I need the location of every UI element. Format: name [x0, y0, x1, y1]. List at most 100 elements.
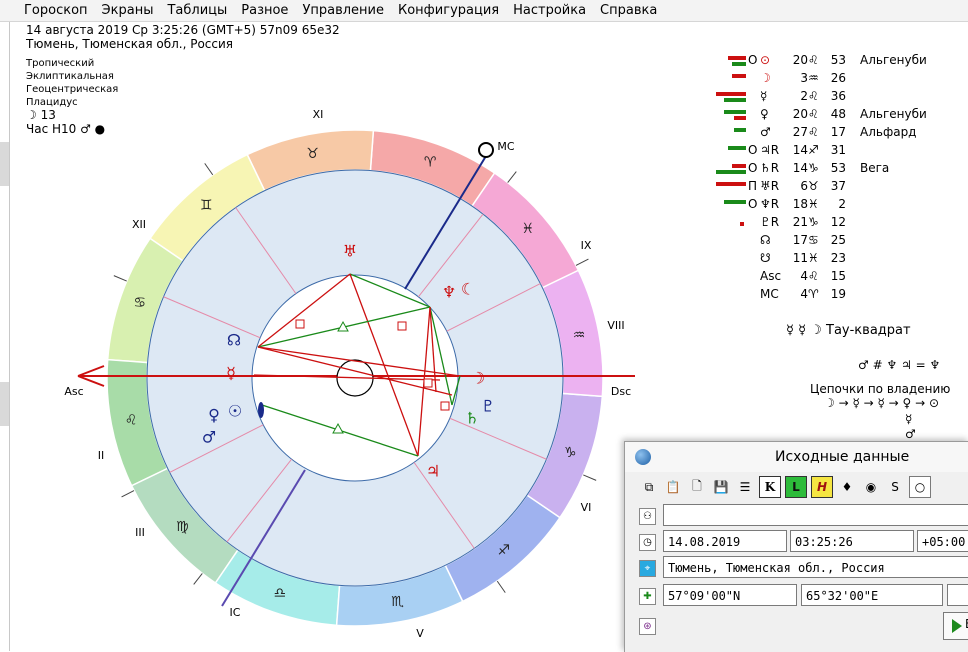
planet-sym: ☋	[760, 251, 771, 265]
planet-sym: ♇R	[760, 215, 780, 229]
moon-glyph: ☽	[471, 369, 485, 388]
zodiac-glyph-9: ♑	[564, 445, 577, 461]
planet-sym: ♆R	[760, 197, 780, 211]
planet-deg: 3	[800, 71, 808, 85]
new-file-icon[interactable]: 🗋	[687, 477, 707, 497]
square-mark-3	[440, 401, 450, 411]
planet-sign: ♓	[808, 197, 819, 211]
house-tick-8	[507, 171, 517, 183]
zodiac-glyph-3: ♋	[133, 295, 146, 311]
dignity-bars	[700, 236, 746, 248]
planet-sign: ♐	[808, 143, 819, 157]
dignity-bars	[700, 164, 746, 176]
planet-min: 15	[830, 269, 846, 283]
planet-cluster-mark	[258, 402, 264, 418]
place-row: ⌖ Тюмень, Тюменская обл., Россия	[625, 556, 968, 580]
l-button[interactable]: L	[785, 476, 807, 498]
planet-min: 12	[830, 215, 846, 229]
house-tick-5	[583, 474, 597, 481]
zodiac-glyph-7: ♏	[391, 594, 404, 610]
tau-square-note: ☿ ☿ ☽ Тау-квадрат	[786, 323, 911, 338]
planet-sign: ♈	[808, 287, 819, 301]
jupiter-glyph: ♃	[426, 462, 440, 481]
house-label-v: V	[416, 627, 424, 640]
planet-star: Альфард	[860, 125, 917, 139]
planet-mark: O	[748, 143, 758, 157]
spiral-icon[interactable]: ◉	[861, 477, 881, 497]
house-tick-10	[204, 163, 214, 176]
timezone-field[interactable]: +05:00	[917, 530, 968, 552]
node-glyph: ☊	[227, 331, 241, 350]
planet-sym: Asc	[760, 269, 782, 283]
house-tick-2	[193, 573, 203, 585]
planet-sym: ♂	[760, 125, 771, 139]
planet-sym: ☊	[760, 233, 771, 247]
planet-sign: ♌	[808, 125, 819, 139]
place-field[interactable]: Тюмень, Тюменская обл., Россия	[663, 556, 968, 578]
dignity-bars	[700, 110, 746, 122]
latitude-field[interactable]: 57°09'00"N	[663, 584, 797, 606]
house-label-asc: Asc	[64, 385, 83, 398]
person-icon: ⚇	[639, 508, 656, 525]
mc-marker	[478, 142, 494, 158]
planet-deg: 6	[800, 179, 808, 193]
crosshair-icon: ✚	[639, 588, 656, 605]
name-field[interactable]	[663, 504, 968, 526]
time-field[interactable]: 03:25:26	[790, 530, 914, 552]
house-label-iii: III	[135, 526, 145, 539]
list-icon[interactable]: ☰	[735, 477, 755, 497]
planet-sign: ♋	[808, 233, 819, 247]
planet-mark: П	[748, 179, 758, 193]
planet-star: Вега	[860, 161, 890, 175]
pluto-glyph: ♇	[481, 397, 495, 416]
planet-mark: O	[748, 197, 758, 211]
h-button[interactable]: H	[811, 476, 833, 498]
planet-min: 26	[830, 71, 846, 85]
planet-deg: 18	[792, 197, 808, 211]
planet-sym: MC	[760, 287, 779, 301]
bookmark-icon[interactable]: ♦	[837, 477, 857, 497]
k-button[interactable]: K	[759, 476, 781, 498]
cycle-icon[interactable]: S	[885, 477, 905, 497]
planet-mark: O	[748, 161, 758, 175]
planet-sym: ☿	[760, 89, 768, 103]
house-label-xii: XII	[132, 218, 146, 231]
house-label-dsc: Dsc	[611, 385, 631, 398]
zodiac-glyph-0: ♈	[424, 155, 437, 171]
house-label-ic: IC	[230, 606, 241, 619]
longitude-field[interactable]: 65°32'00"E	[801, 584, 943, 606]
planet-min: 31	[830, 143, 846, 157]
chains-title: Цепочки по владению	[810, 382, 951, 396]
paste-icon[interactable]: 📋	[663, 477, 683, 497]
planet-star: Альгенуби	[860, 53, 927, 67]
planet-mark: O	[748, 53, 758, 67]
save-icon[interactable]: 💾	[711, 477, 731, 497]
zodiac-glyph-1: ♉	[306, 146, 319, 162]
circle-icon[interactable]: ○	[909, 476, 931, 498]
zodiac-glyph-11: ♓	[521, 221, 534, 237]
uranus-glyph: ♅	[343, 242, 357, 261]
globe-settings-icon[interactable]: ⊛	[639, 618, 656, 635]
chain-line-2: ☿	[905, 412, 913, 426]
planet-sign: ♌	[808, 89, 819, 103]
zodiac-glyph-2: ♊	[200, 197, 213, 213]
venus-glyph: ♀	[208, 406, 220, 425]
coords-extra-field[interactable]	[947, 584, 968, 606]
planet-sign: ♑	[808, 161, 819, 175]
dignity-bars	[700, 56, 746, 68]
dialog-titlebar[interactable]: Исходные данные	[625, 442, 968, 472]
planet-sign: ♌	[808, 269, 819, 283]
planet-sign: ♌	[808, 107, 819, 121]
ok-button[interactable]: E	[943, 612, 968, 640]
planet-deg: 4	[800, 287, 808, 301]
saturn-glyph: ♄	[465, 409, 479, 428]
dialog-title: Исходные данные	[775, 449, 910, 465]
zodiac-glyph-5: ♍	[176, 519, 189, 535]
mercury-glyph: ☿	[226, 364, 236, 383]
date-field[interactable]: 14.08.2019	[663, 530, 787, 552]
planet-deg: 4	[800, 269, 808, 283]
planet-sign: ♉	[808, 179, 819, 193]
zodiac-glyph-4: ♌	[125, 413, 138, 429]
copy-icon[interactable]: ⧉	[639, 477, 659, 497]
house-tick-11	[113, 275, 127, 282]
